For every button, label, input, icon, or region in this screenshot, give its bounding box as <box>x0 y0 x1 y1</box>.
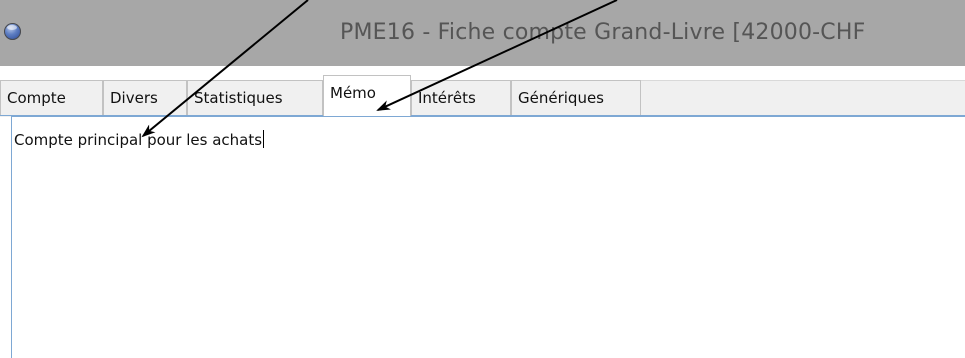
tab-strip: Compte Divers Statistiques Mémo Intérêts… <box>0 66 965 117</box>
tab-divider-line <box>0 115 965 116</box>
tab-interets[interactable]: Intérêts <box>411 80 511 115</box>
tab-memo[interactable]: Mémo <box>323 75 411 116</box>
account-card-window: PME16 - Fiche compte Grand-Livre [42000-… <box>0 0 965 358</box>
tab-compte[interactable]: Compte <box>0 80 103 115</box>
tab-divers[interactable]: Divers <box>103 80 187 115</box>
window-title: PME16 - Fiche compte Grand-Livre [42000-… <box>340 20 866 45</box>
app-globe-icon[interactable] <box>4 23 21 40</box>
text-caret <box>263 130 265 148</box>
memo-text: Compte principal pour les achats <box>14 131 263 149</box>
tab-statistiques[interactable]: Statistiques <box>187 80 323 115</box>
memo-textarea[interactable] <box>11 116 965 358</box>
title-bar[interactable]: PME16 - Fiche compte Grand-Livre [42000-… <box>0 0 965 66</box>
tab-generiques[interactable]: Génériques <box>511 80 641 115</box>
memo-text-content: Compte principal pour les achats <box>14 130 265 149</box>
